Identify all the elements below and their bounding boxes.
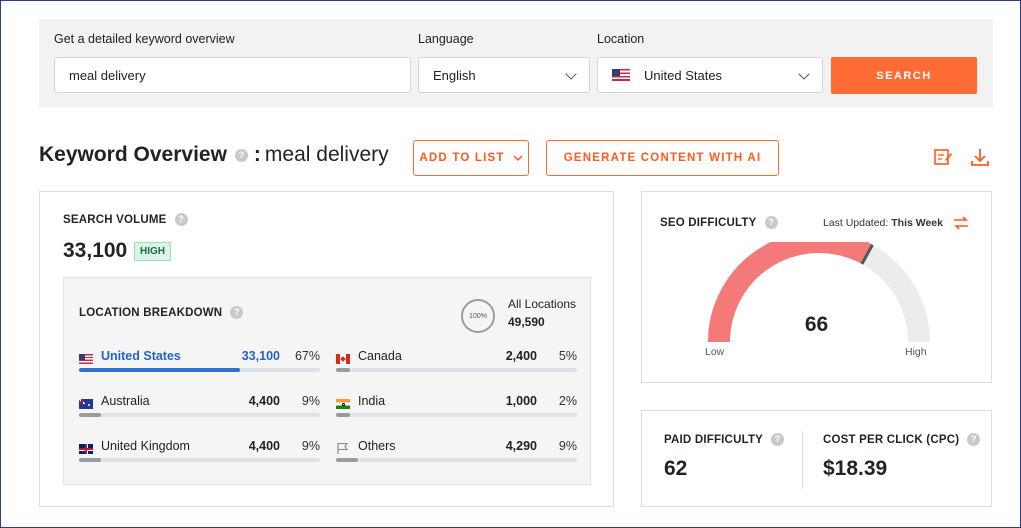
- location-share-bar: [336, 413, 577, 417]
- location-volume: 1,000: [505, 394, 537, 408]
- page-title: Keyword Overview ? : meal delivery: [39, 143, 389, 167]
- refresh-icon[interactable]: [951, 214, 971, 232]
- keyword-label: Get a detailed keyword overview: [54, 32, 235, 46]
- title-keyword: meal delivery: [264, 143, 389, 166]
- location-row-india[interactable]: India 1,000 2%: [336, 394, 577, 430]
- keyword-field[interactable]: [54, 57, 411, 93]
- uk-flag-icon: [79, 444, 93, 454]
- search-volume-caption-text: SEARCH VOLUME: [63, 213, 167, 226]
- location-share-bar: [79, 413, 320, 417]
- location-percent: 5%: [558, 349, 577, 363]
- us-flag-icon: [79, 354, 93, 364]
- location-label: Location: [597, 32, 645, 46]
- location-row-others[interactable]: Others 4,290 9%: [336, 439, 577, 475]
- location-volume: 4,400: [248, 439, 280, 453]
- location-name: Others: [358, 439, 396, 453]
- search-volume-value: 33,100: [63, 239, 128, 262]
- language-select[interactable]: English: [418, 57, 590, 93]
- location-value: United States: [644, 67, 723, 83]
- location-share-bar: [79, 458, 320, 462]
- seo-difficulty-card: SEO DIFFICULTY ? Last Updated: This Week…: [641, 191, 992, 383]
- seo-difficulty-caption-text: SEO DIFFICULTY: [660, 216, 757, 229]
- cpc-value: $18.39: [823, 457, 888, 480]
- last-updated: Last Updated: This Week: [823, 217, 943, 229]
- help-icon[interactable]: ?: [234, 148, 248, 162]
- location-volume: 33,100: [241, 349, 280, 363]
- search-button[interactable]: SEARCH: [831, 57, 977, 94]
- location-share-bar: [336, 458, 577, 462]
- canada-flag-icon: [336, 354, 350, 364]
- australia-flag-icon: [79, 399, 93, 409]
- location-percent: 9%: [558, 439, 577, 453]
- help-icon[interactable]: ?: [230, 306, 244, 319]
- location-volume: 4,400: [248, 394, 280, 408]
- location-name: India: [358, 394, 386, 408]
- cpc-caption-text: COST PER CLICK (CPC): [823, 433, 960, 446]
- generate-content-button[interactable]: GENERATE CONTENT WITH AI: [546, 140, 779, 176]
- location-row-australia[interactable]: Australia 4,400 9%: [79, 394, 320, 430]
- location-volume: 2,400: [505, 349, 537, 363]
- paid-difficulty-value: 62: [664, 457, 688, 480]
- all-locations-value: 49,590: [508, 315, 545, 329]
- india-flag-icon: [336, 399, 350, 409]
- last-updated-label: Last Updated:: [822, 217, 889, 229]
- location-row-canada[interactable]: Canada 2,400 5%: [336, 349, 577, 385]
- paid-difficulty-caption-text: PAID DIFFICULTY: [664, 433, 764, 446]
- flag-outline-icon: [337, 442, 349, 454]
- location-name: Canada: [358, 349, 402, 363]
- help-icon[interactable]: ?: [764, 216, 778, 229]
- keyword-input[interactable]: [69, 67, 410, 83]
- gauge-low-label: Low: [705, 346, 725, 358]
- location-select[interactable]: United States: [597, 57, 823, 93]
- cpc-caption: COST PER CLICK (CPC) ?: [823, 433, 981, 446]
- help-icon[interactable]: ?: [771, 433, 785, 446]
- language-value: English: [433, 67, 476, 83]
- location-name: United Kingdom: [101, 439, 190, 453]
- help-icon[interactable]: ?: [174, 213, 188, 226]
- location-breakdown-caption: LOCATION BREAKDOWN ?: [79, 306, 244, 319]
- language-label: Language: [418, 32, 474, 46]
- seo-difficulty-caption: SEO DIFFICULTY ?: [660, 216, 778, 229]
- add-to-list-label: ADD TO LIST: [419, 152, 505, 164]
- last-updated-value: This Week: [891, 217, 943, 229]
- location-breakdown-panel: LOCATION BREAKDOWN ? 100% All Locations …: [63, 277, 591, 485]
- volume-level-badge: HIGH: [134, 242, 171, 261]
- chevron-down-icon: [565, 68, 577, 80]
- seo-difficulty-value: 66: [804, 313, 829, 336]
- chevron-down-icon: [798, 68, 810, 80]
- location-percent: 67%: [294, 349, 320, 363]
- location-breakdown-caption-text: LOCATION BREAKDOWN: [79, 306, 223, 319]
- page-title-text: Keyword Overview: [39, 143, 227, 166]
- location-name: Australia: [101, 394, 150, 408]
- search-volume-caption: SEARCH VOLUME ?: [63, 213, 188, 226]
- us-flag-icon: [612, 69, 630, 81]
- metric-divider: [802, 431, 803, 489]
- location-percent: 2%: [558, 394, 577, 408]
- gauge-high-label: High: [905, 346, 927, 358]
- help-icon[interactable]: ?: [967, 433, 981, 446]
- chevron-down-icon: [513, 155, 523, 162]
- download-icon[interactable]: [970, 147, 990, 167]
- edit-report-icon[interactable]: [933, 147, 953, 167]
- location-row-united-states[interactable]: United States 33,100 67%: [79, 349, 320, 385]
- location-percent: 9%: [301, 439, 320, 453]
- paid-metrics-card: PAID DIFFICULTY ? 62 COST PER CLICK (CPC…: [641, 410, 992, 507]
- location-volume: 4,290: [505, 439, 537, 453]
- location-row-united-kingdom[interactable]: United Kingdom 4,400 9%: [79, 439, 320, 475]
- location-share-bar: [79, 368, 320, 372]
- location-percent: 9%: [301, 394, 320, 408]
- title-separator: :: [253, 143, 261, 166]
- paid-difficulty-caption: PAID DIFFICULTY ?: [664, 433, 785, 446]
- all-locations-label: All Locations: [508, 297, 577, 311]
- add-to-list-button[interactable]: ADD TO LIST: [413, 140, 529, 176]
- search-volume-card: SEARCH VOLUME ? 33,100 HIGH LOCATION BRE…: [39, 191, 614, 507]
- location-name: United States: [101, 349, 181, 363]
- location-share-bar: [336, 368, 577, 372]
- all-locations-ring: 100%: [461, 299, 495, 333]
